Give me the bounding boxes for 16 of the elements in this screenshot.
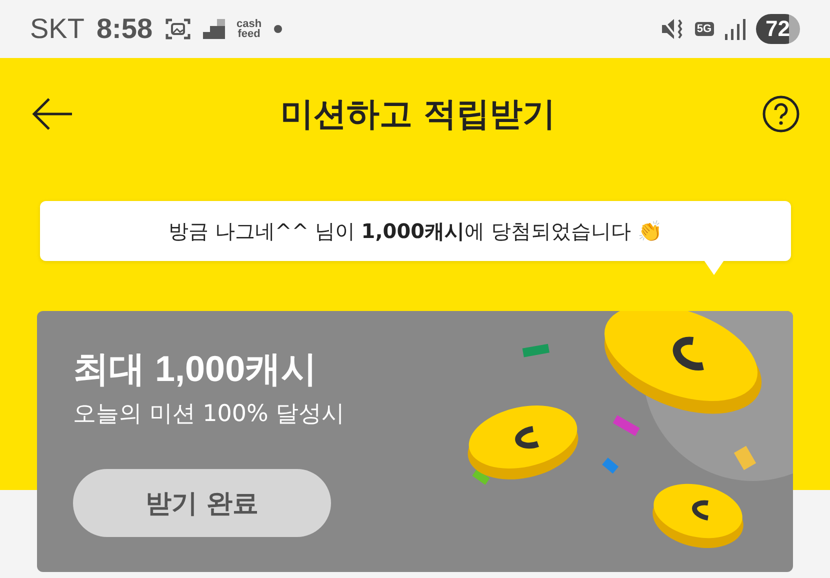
winner-message: 방금 나그네^^ 님이 1,000캐시에 당첨되었습니다 👏 <box>168 218 662 244</box>
signal-icon <box>724 18 746 40</box>
clock-time: 8:58 <box>96 13 153 45</box>
dot-icon <box>274 25 282 33</box>
battery-level: 72 <box>756 14 800 44</box>
mute-icon <box>660 17 685 41</box>
reward-title: 최대 1,000캐시 <box>73 347 318 391</box>
help-button[interactable] <box>762 95 800 133</box>
screenshot-icon <box>164 17 191 41</box>
network-type: 5G <box>694 22 714 36</box>
carrier-name: SKT <box>30 13 84 45</box>
stairs-icon <box>202 19 225 39</box>
back-button[interactable] <box>30 96 74 132</box>
app-logo: cash feed <box>236 19 262 39</box>
page-title: 미션하고 적립받기 <box>279 92 557 134</box>
reward-condition: 오늘의 미션 100% 달성시 <box>73 400 346 429</box>
